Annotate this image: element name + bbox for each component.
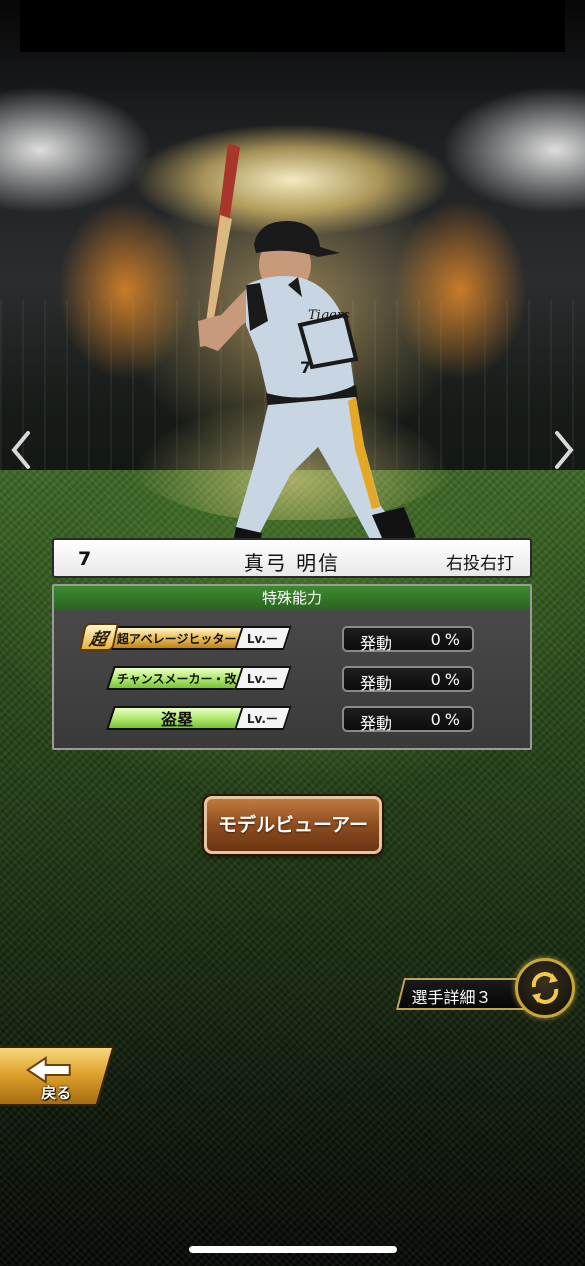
special-abilities-panel: 特殊能力 超 超アベレージヒッター Lv.ー 発動 0% チャンスメーカー・改 … xyxy=(52,584,532,750)
chevron-right-icon xyxy=(555,431,574,469)
ability-level: Lv.ー xyxy=(234,626,292,650)
model-viewer-button[interactable]: モデルビューアー xyxy=(204,796,382,854)
ability-level: Lv.ー xyxy=(234,706,292,730)
jersey-logo: Tigers xyxy=(308,308,350,323)
player-name-bar: 7 真弓 明信 右投右打 xyxy=(52,538,532,578)
ability-row[interactable]: 盗塁 Lv.ー 発動 0% xyxy=(54,706,530,733)
switch-button[interactable] xyxy=(515,958,575,1018)
ability-label: 盗塁 xyxy=(106,706,248,730)
player-handedness: 右投右打 xyxy=(446,554,514,574)
back-button[interactable]: 戻る xyxy=(0,1046,115,1106)
ability-status: 発動 0% xyxy=(342,626,474,653)
chou-badge-icon: 超 xyxy=(79,623,119,651)
ability-row[interactable]: チャンスメーカー・改 Lv.ー 発動 0% xyxy=(54,666,530,693)
svg-text:7: 7 xyxy=(300,358,311,377)
back-arrow-icon xyxy=(25,1056,71,1084)
home-indicator[interactable] xyxy=(189,1246,397,1253)
ability-level: Lv.ー xyxy=(234,666,292,690)
player-details-label: 選手詳細３ xyxy=(411,988,492,1007)
back-label: 戻る xyxy=(41,1084,72,1102)
player-image: Tigers 7 xyxy=(198,143,416,555)
top-black-bar xyxy=(20,0,565,52)
ability-status: 発動 0% xyxy=(342,706,474,733)
ability-label: チャンスメーカー・改 xyxy=(106,666,248,690)
ability-status: 発動 0% xyxy=(342,666,474,693)
ability-row[interactable]: 超 超アベレージヒッター Lv.ー 発動 0% xyxy=(54,623,530,653)
swap-arrows-icon xyxy=(531,972,559,1004)
special-abilities-header: 特殊能力 xyxy=(54,586,530,610)
chevron-left-icon xyxy=(11,431,30,469)
next-player-button[interactable] xyxy=(549,425,579,475)
ability-label: 超アベレージヒッター xyxy=(106,626,248,650)
prev-player-button[interactable] xyxy=(6,425,36,475)
